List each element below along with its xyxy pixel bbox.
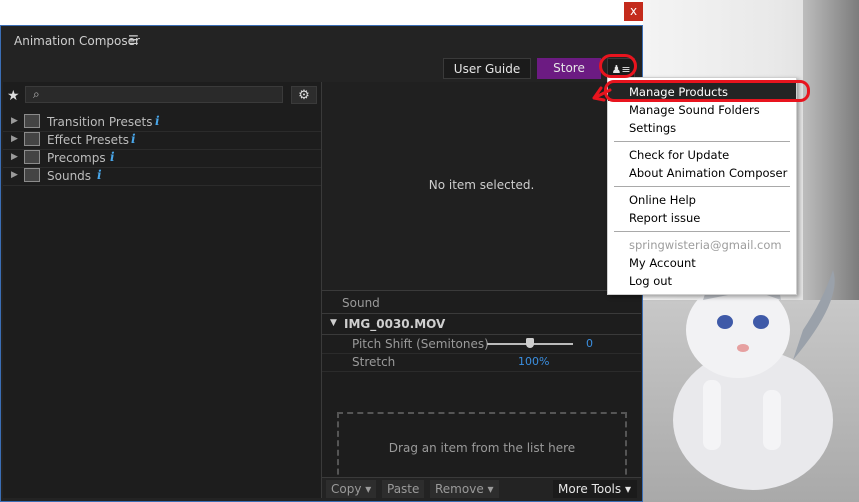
menu-divider: [614, 186, 790, 187]
remove-label: Remove: [435, 482, 484, 496]
empty-preview-text: No item selected.: [428, 178, 535, 192]
preview-area: No item selected.: [322, 82, 641, 291]
settings-gear-button[interactable]: ⚙: [291, 86, 317, 104]
search-icon: ⌕: [33, 87, 40, 101]
menu-item-online-help[interactable]: Online Help: [608, 191, 796, 209]
info-icon[interactable]: i: [131, 132, 136, 146]
menu-divider: [614, 231, 790, 232]
annotation-arrow-icon: [592, 86, 612, 102]
tree-item-label: Sounds: [47, 169, 92, 183]
sound-icon: [24, 168, 40, 182]
tree-item-label: Transition Presets: [47, 115, 153, 129]
pitch-shift-label: Pitch Shift (Semitones): [352, 337, 489, 351]
stretch-label: Stretch: [352, 355, 396, 369]
pitch-shift-value[interactable]: 0: [586, 337, 593, 350]
stretch-row: Stretch 100%: [322, 353, 641, 372]
effect-icon: [24, 132, 40, 146]
pitch-shift-slider[interactable]: [487, 338, 573, 348]
menu-item-log-out[interactable]: Log out: [608, 272, 796, 290]
library-pane: ★ ⌕ ⚙ ▶ Transition Presets i ▶ Effect Pr…: [3, 82, 322, 498]
more-tools-label: More Tools: [558, 482, 622, 496]
sound-file-row[interactable]: ▼ IMG_0030.MOV: [322, 314, 641, 335]
menu-item-report-issue[interactable]: Report issue: [608, 209, 796, 227]
copy-label: Copy: [331, 482, 362, 496]
collapse-arrow-icon[interactable]: ▼: [330, 318, 337, 328]
menu-item-check-update[interactable]: Check for Update: [608, 146, 796, 164]
expand-arrow-icon[interactable]: ▶: [11, 170, 18, 180]
detail-pane: No item selected. Sound ▼ IMG_0030.MOV P…: [322, 82, 641, 498]
store-button[interactable]: Store: [537, 58, 601, 79]
close-button[interactable]: x: [624, 2, 643, 21]
expand-arrow-icon[interactable]: ▶: [11, 134, 18, 144]
menu-item-manage-sound-folders[interactable]: Manage Sound Folders: [608, 101, 796, 119]
hamburger-menu-icon[interactable]: ☰: [128, 33, 139, 47]
panel-header: Animation Composer ☰: [1, 26, 642, 56]
info-icon[interactable]: i: [97, 168, 102, 182]
bottom-toolbar: Copy ▾ Paste Remove ▾ More Tools ▾: [322, 477, 641, 500]
paste-label: Paste: [387, 482, 420, 496]
info-icon[interactable]: i: [155, 114, 160, 128]
tree-item-sounds[interactable]: ▶ Sounds i: [3, 167, 321, 186]
tree-item-effect-presets[interactable]: ▶ Effect Presets i: [3, 131, 321, 150]
search-input[interactable]: [25, 86, 283, 103]
menu-item-my-account[interactable]: My Account: [608, 254, 796, 272]
annotation-highlight-manage-products: [604, 80, 810, 102]
gear-icon: ⚙: [298, 88, 310, 103]
info-icon[interactable]: i: [110, 150, 115, 164]
menu-item-settings[interactable]: Settings: [608, 119, 796, 137]
precomp-icon: [24, 150, 40, 164]
account-dropdown-menu: Manage Products Manage Sound Folders Set…: [607, 77, 797, 295]
stretch-value[interactable]: 100%: [518, 355, 549, 368]
favorites-star-icon[interactable]: ★: [7, 88, 20, 104]
more-tools-button[interactable]: More Tools ▾: [553, 480, 637, 498]
tree-item-label: Precomps: [47, 151, 106, 165]
user-guide-button[interactable]: User Guide: [443, 58, 531, 79]
tree-item-transition-presets[interactable]: ▶ Transition Presets i: [3, 113, 321, 132]
menu-item-about[interactable]: About Animation Composer: [608, 164, 796, 182]
slider-handle[interactable]: [526, 338, 534, 348]
drop-zone-text: Drag an item from the list here: [388, 441, 576, 455]
sound-header-label: Sound: [342, 296, 380, 310]
menu-account-email: springwisteria@gmail.com: [629, 238, 782, 252]
menu-divider: [614, 141, 790, 142]
paste-button[interactable]: Paste: [382, 480, 425, 498]
tree-item-label: Effect Presets: [47, 133, 130, 147]
tree-item-precomps[interactable]: ▶ Precomps i: [3, 149, 321, 168]
transition-icon: [24, 114, 40, 128]
remove-button[interactable]: Remove ▾: [430, 480, 499, 498]
sound-file-name: IMG_0030.MOV: [344, 317, 446, 331]
animation-composer-panel: Animation Composer ☰ User Guide Store ♟≡…: [0, 25, 643, 502]
expand-arrow-icon[interactable]: ▶: [11, 116, 18, 126]
copy-button[interactable]: Copy ▾: [326, 480, 377, 498]
pitch-shift-row: Pitch Shift (Semitones) 0: [322, 335, 641, 354]
annotation-highlight-account: [599, 54, 637, 78]
expand-arrow-icon[interactable]: ▶: [11, 152, 18, 162]
panel-title: Animation Composer: [14, 34, 140, 48]
sound-section-header: Sound: [322, 292, 641, 314]
drop-zone[interactable]: Drag an item from the list here: [337, 412, 627, 484]
